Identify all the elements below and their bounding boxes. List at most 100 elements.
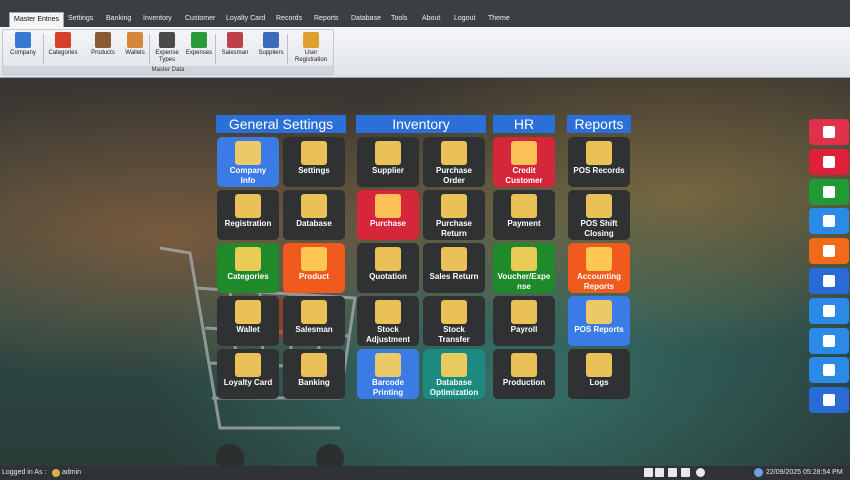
side-button-calendar[interactable] [809, 208, 849, 235]
screenshot-icon[interactable] [681, 468, 690, 477]
tile-label: Stock Transfer [438, 325, 470, 344]
products-icon [95, 32, 111, 48]
ribbon-separator [215, 34, 216, 64]
tile-database[interactable]: Database [283, 190, 345, 240]
tile-payroll[interactable]: Payroll [493, 296, 555, 346]
tile-pos-shift-closing[interactable]: POS Shift Closing [568, 190, 630, 240]
tile-label: Database [296, 219, 332, 228]
ribbon-button-categories[interactable]: Categories [45, 32, 81, 57]
section-header-general: General Settings [216, 115, 346, 133]
suppliers-icon [263, 32, 279, 48]
tile-logs[interactable]: Logs [568, 349, 630, 399]
side-button-notepad[interactable] [809, 178, 849, 205]
menu-item-settings[interactable]: Settings [68, 12, 93, 26]
menu-item-logout[interactable]: Logout [454, 12, 475, 26]
menu-item-loyalty-card[interactable]: Loyalty Card [226, 12, 265, 26]
ribbon-group-label: Master Data [3, 66, 333, 74]
accounting-reports-icon [586, 247, 612, 271]
ribbon-button-wallets[interactable]: Wallets [117, 32, 153, 57]
tile-supplier[interactable]: Supplier [357, 137, 419, 187]
tile-payment[interactable]: Payment [493, 190, 555, 240]
video-icon[interactable] [668, 468, 677, 477]
gear-icon[interactable] [696, 468, 705, 477]
tile-production[interactable]: Production [493, 349, 555, 399]
side-button-cash-register[interactable] [809, 387, 849, 414]
tile-purchase[interactable]: Purchase [357, 190, 419, 240]
ribbon-button-expense-types[interactable]: Expense Types [149, 32, 185, 64]
tile-company-info[interactable]: Company Info [217, 137, 279, 187]
tile-sales-return[interactable]: Sales Return [423, 243, 485, 293]
calendar-icon [823, 215, 835, 228]
tile-accounting-reports[interactable]: Accounting Reports [568, 243, 630, 293]
side-button-word[interactable] [809, 268, 849, 294]
menu-item-master-entries[interactable]: Master Entries [9, 12, 65, 28]
supplier-icon [375, 141, 401, 165]
ribbon-button-salesman[interactable]: Salesman [217, 32, 253, 57]
status-bar: Logged in As : admin 22/09/2025 05:28:54… [0, 466, 850, 480]
credit-customer-icon [511, 141, 537, 165]
tile-settings[interactable]: Settings [283, 137, 345, 187]
tile-quotation[interactable]: Quotation [357, 243, 419, 293]
tile-label: Registration [224, 219, 272, 228]
ribbon-button-products[interactable]: Products [85, 32, 121, 57]
menu-item-database[interactable]: Database [351, 12, 381, 26]
ribbon-button-label: Expenses [185, 50, 213, 56]
tile-pos-reports[interactable]: POS Reports [568, 296, 630, 346]
camera-icon[interactable] [655, 468, 664, 477]
registration-icon [235, 194, 261, 218]
menu-item-inventory[interactable]: Inventory [143, 12, 172, 26]
tile-salesman[interactable]: Salesman [283, 296, 345, 346]
tile-database-optimization[interactable]: Database Optimization [423, 349, 485, 399]
tile-stock-transfer[interactable]: Stock Transfer [423, 296, 485, 346]
side-button-power[interactable] [809, 148, 849, 175]
tile-label: Settings [298, 166, 330, 175]
side-button-remote-desktop[interactable] [809, 357, 849, 384]
tile-purchase-order[interactable]: Purchase Order [423, 137, 485, 187]
tile-pos-records[interactable]: POS Records [568, 137, 630, 187]
ribbon-button-label: Company [10, 50, 36, 56]
tile-purchase-return[interactable]: Purchase Return [423, 190, 485, 240]
loyalty-card-icon [235, 353, 261, 377]
tile-stock-adjustment[interactable]: Stock Adjustment [357, 296, 419, 346]
tile-voucher-expe-nse[interactable]: Voucher/Expe nse [493, 243, 555, 293]
ribbon-button-label: Categories [48, 50, 78, 56]
ribbon-button-expenses[interactable]: Expenses [181, 32, 217, 57]
user-avatar-icon [52, 469, 60, 477]
datetime: 22/09/2025 05:28:54 PM [766, 469, 843, 476]
menu-item-about[interactable]: About [422, 12, 440, 26]
wallet-icon [127, 32, 143, 48]
tile-categories[interactable]: Categories [217, 243, 279, 293]
tile-banking[interactable]: Banking [283, 349, 345, 399]
ribbon-button-company[interactable]: Company [5, 32, 41, 57]
tile-wallet[interactable]: Wallet [217, 296, 279, 346]
calculator-small-icon[interactable] [644, 468, 653, 477]
company-info-icon [235, 141, 261, 165]
tile-product[interactable]: Product [283, 243, 345, 293]
tile-credit-customer[interactable]: Credit Customer [493, 137, 555, 187]
menu-item-tools[interactable]: Tools [391, 12, 407, 26]
side-button-window[interactable] [809, 119, 849, 145]
tile-loyalty-card[interactable]: Loyalty Card [217, 349, 279, 399]
menu-item-banking[interactable]: Banking [106, 12, 131, 26]
menu-item-reports[interactable]: Reports [314, 12, 339, 26]
tile-label: Loyalty Card [223, 378, 273, 387]
menu-item-theme[interactable]: Theme [488, 12, 510, 26]
side-button-keyboard[interactable] [809, 327, 849, 354]
tile-registration[interactable]: Registration [217, 190, 279, 240]
power-icon [823, 155, 835, 168]
database-optimization-icon [441, 353, 467, 377]
side-button-monitor[interactable] [809, 297, 849, 324]
side-button-calculator[interactable] [809, 238, 849, 265]
ribbon-group-master-data: Master Data Company Categories Products Wal… [2, 29, 334, 75]
tile-barcode-printing[interactable]: Barcode Printing [357, 349, 419, 399]
ribbon-button-user-registration[interactable]: User Registration [289, 32, 333, 64]
menu-item-customer[interactable]: Customer [185, 12, 215, 26]
ribbon-button-label: Wallets [125, 50, 145, 56]
logs-icon [586, 353, 612, 377]
company-icon [15, 32, 31, 48]
ribbon-button-suppliers[interactable]: Suppliers [253, 32, 289, 57]
salesman-icon [227, 32, 243, 48]
menu-item-records[interactable]: Records [276, 12, 302, 26]
stock-adjustment-icon [375, 300, 401, 324]
sales-return-icon [441, 247, 467, 271]
